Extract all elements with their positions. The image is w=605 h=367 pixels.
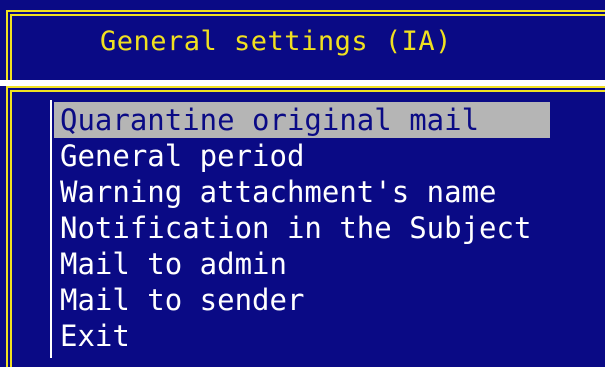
menu-item-notification-in-subject[interactable]: Notification in the Subject	[54, 210, 605, 246]
screen: General settings (IA) Quarantine origina…	[0, 0, 605, 367]
menu-item-quarantine-original-mail[interactable]: Quarantine original mail	[54, 102, 550, 138]
menu-panel: Quarantine original mail General period …	[0, 86, 605, 367]
menu-item-exit[interactable]: Exit	[54, 318, 605, 354]
menu-separator	[50, 100, 52, 358]
menu-item-mail-to-admin[interactable]: Mail to admin	[54, 246, 605, 282]
menu-item-mail-to-sender[interactable]: Mail to sender	[54, 282, 605, 318]
menu-list: Quarantine original mail General period …	[54, 102, 605, 354]
menu-item-general-period[interactable]: General period	[54, 138, 605, 174]
menu-item-warning-attachment-name[interactable]: Warning attachment's name	[54, 174, 605, 210]
title-panel: General settings (IA)	[0, 0, 605, 80]
dialog-title: General settings (IA)	[100, 26, 452, 57]
